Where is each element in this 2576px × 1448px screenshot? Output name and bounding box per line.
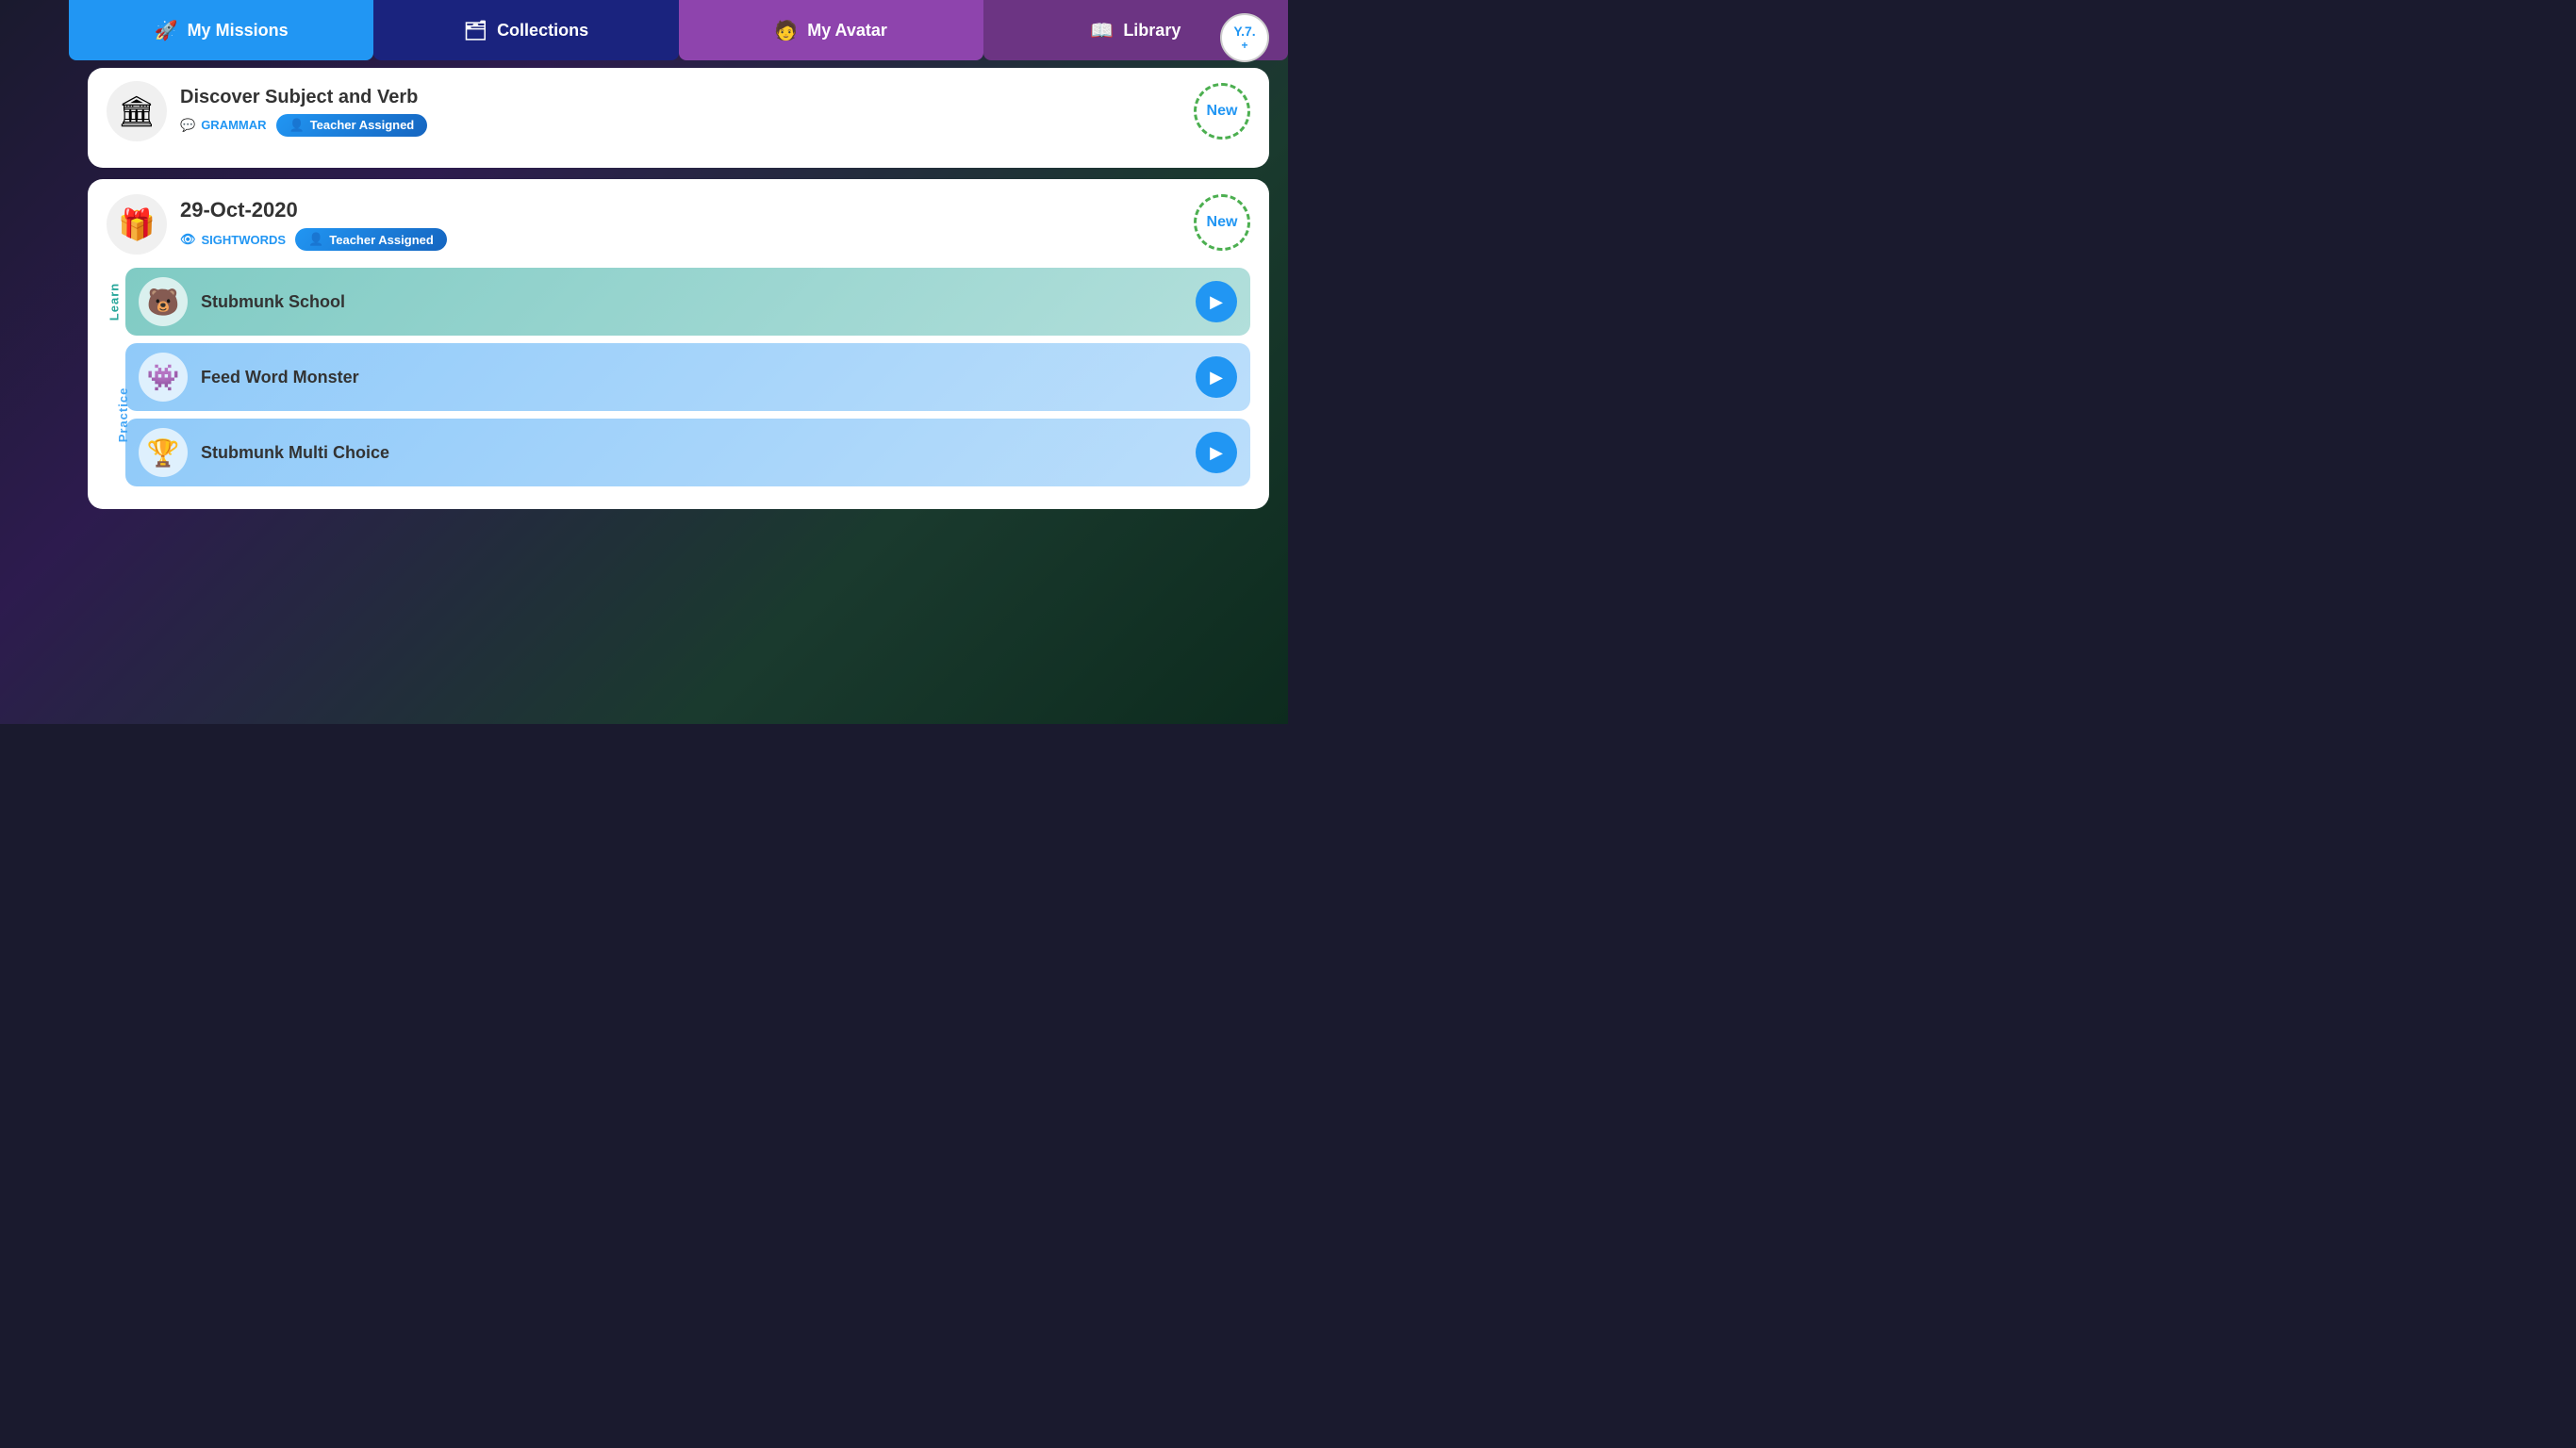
partial-mission-info: Discover Subject and Verb 💬 GRAMMAR 👤 Te…	[180, 87, 1250, 137]
stubmunk-school-row[interactable]: 🐻 Stubmunk School ▶	[125, 268, 1250, 336]
rocket-icon: 🚀	[155, 19, 178, 42]
tab-my-missions-label: My Missions	[188, 21, 289, 41]
avatar-plus: +	[1241, 39, 1247, 52]
stubmunk-school-play-button[interactable]: ▶	[1196, 281, 1237, 322]
partial-mission-tags: 💬 GRAMMAR 👤 Teacher Assigned	[180, 114, 1250, 137]
mission-chest-icon: 🎁	[107, 194, 167, 255]
tab-collections-label: Collections	[497, 21, 588, 41]
teacher-assigned-tag-2[interactable]: 👤 Teacher Assigned	[295, 228, 447, 251]
eye-icon: 👁	[180, 232, 196, 247]
new-badge-2: New	[1194, 194, 1250, 251]
new-badge-1: New	[1194, 83, 1250, 140]
feed-word-monster-title: Feed Word Monster	[201, 368, 1182, 387]
stubmunk-multi-choice-play-button[interactable]: ▶	[1196, 432, 1237, 473]
mission-tags: 👁 SIGHTWORDS 👤 Teacher Assigned	[180, 228, 1250, 251]
mission-header: 🎁 29-Oct-2020 👁 SIGHTWORDS 👤 Teacher Ass…	[107, 194, 1250, 255]
partial-mission-title: Discover Subject and Verb	[180, 87, 1250, 108]
teacher-assigned-tag-1[interactable]: 👤 Teacher Assigned	[276, 114, 428, 137]
stubmunk-multi-choice-row[interactable]: 🏆 Stubmunk Multi Choice ▶	[125, 419, 1250, 486]
user-avatar-button[interactable]: Y.7. +	[1220, 13, 1269, 62]
learn-label: Learn	[107, 283, 122, 321]
content-area: 🏛 Discover Subject and Verb 💬 GRAMMAR 👤 …	[69, 60, 1288, 724]
mission-info: 29-Oct-2020 👁 SIGHTWORDS 👤 Teacher Assig…	[180, 198, 1250, 251]
collections-icon: 🗂	[464, 19, 487, 42]
library-icon: 📖	[1090, 19, 1114, 42]
stubmunk-multi-choice-icon: 🏆	[139, 428, 188, 477]
stubmunk-school-icon: 🐻	[139, 277, 188, 326]
feed-word-monster-play-button[interactable]: ▶	[1196, 356, 1237, 398]
practice-section: Practice 👾 Feed Word Monster ▶ 🏆 Stubmun…	[107, 343, 1250, 486]
tab-collections[interactable]: 🗂 Collections	[373, 0, 678, 60]
feed-word-monster-row[interactable]: 👾 Feed Word Monster ▶	[125, 343, 1250, 411]
tab-my-avatar-label: My Avatar	[807, 21, 887, 41]
grammar-tag: 💬 GRAMMAR	[180, 118, 267, 133]
practice-label: Practice	[116, 387, 130, 443]
quote-icon: 💬	[180, 118, 195, 133]
stubmunk-multi-choice-title: Stubmunk Multi Choice	[201, 443, 1182, 463]
avatar-icon: 🧑	[774, 19, 798, 42]
navbar: 🚀 My Missions 🗂 Collections 🧑 My Avatar …	[69, 0, 1288, 60]
feed-word-monster-icon: 👾	[139, 353, 188, 402]
tab-my-avatar[interactable]: 🧑 My Avatar	[679, 0, 983, 60]
person-icon-1: 👤	[289, 118, 305, 133]
stubmunk-school-title: Stubmunk School	[201, 292, 1182, 312]
avatar-initials: Y.7.	[1233, 24, 1255, 39]
learn-section: Learn 🐻 Stubmunk School ▶	[107, 268, 1250, 336]
tab-library-label: Library	[1123, 21, 1181, 41]
person-icon-2: 👤	[308, 232, 323, 247]
partial-mission-header: 🏛 Discover Subject and Verb 💬 GRAMMAR 👤 …	[107, 81, 1250, 141]
mission-date: 29-Oct-2020	[180, 198, 1250, 222]
sightwords-tag: 👁 SIGHTWORDS	[180, 232, 286, 247]
mission-card: 🎁 29-Oct-2020 👁 SIGHTWORDS 👤 Teacher Ass…	[88, 179, 1269, 509]
partial-mission-card: 🏛 Discover Subject and Verb 💬 GRAMMAR 👤 …	[88, 68, 1269, 168]
partial-mission-icon: 🏛	[107, 81, 167, 141]
tab-my-missions[interactable]: 🚀 My Missions	[69, 0, 373, 60]
